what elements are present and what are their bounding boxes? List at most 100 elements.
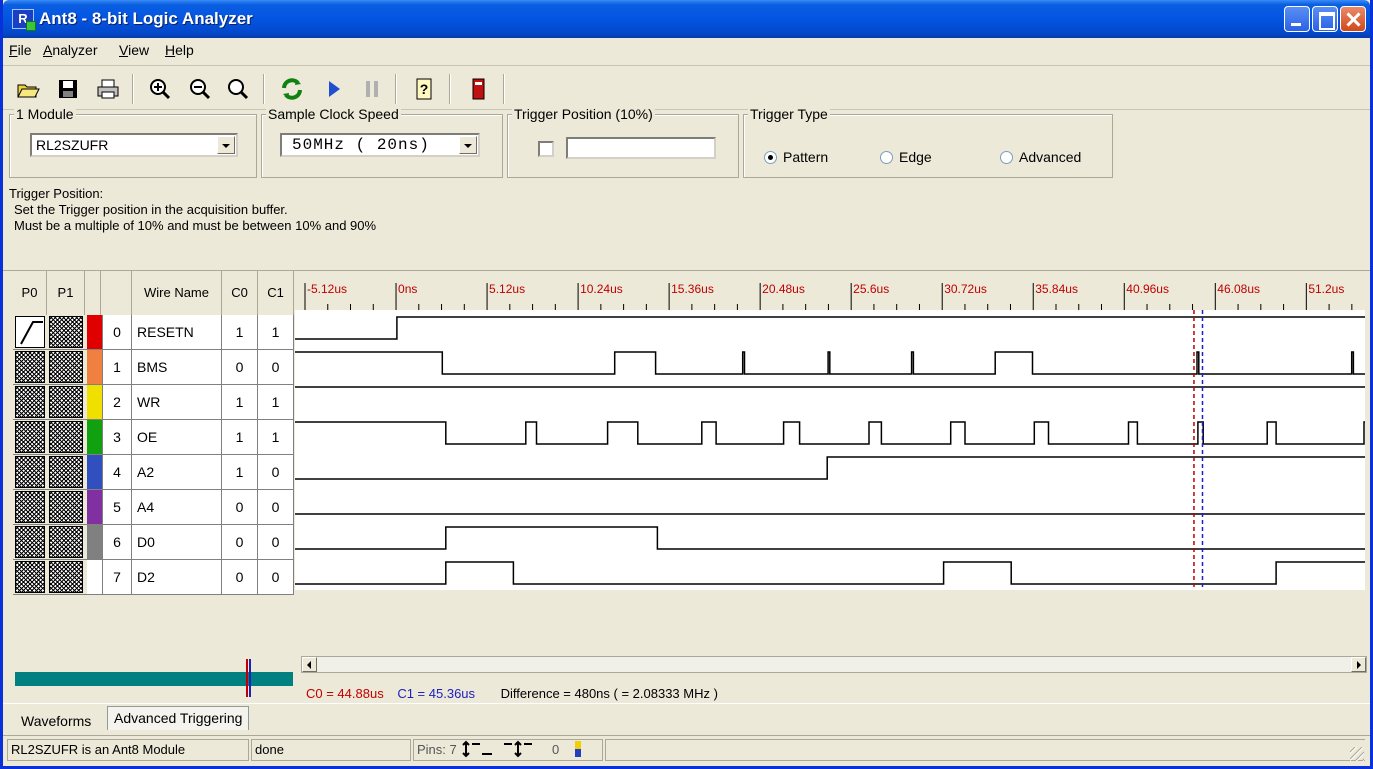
signal-row[interactable]: 5 A4 0 0 (13, 490, 294, 525)
pin-indicator (574, 741, 581, 757)
pattern-cell-p0[interactable] (15, 526, 45, 558)
zoom-in-icon[interactable] (147, 77, 173, 101)
pattern-cell-p1[interactable] (49, 421, 83, 453)
pattern-cell-p1[interactable] (49, 561, 83, 593)
resize-grip-icon[interactable] (1350, 747, 1364, 761)
pattern-cell-p0[interactable] (15, 421, 45, 453)
column-header-p0[interactable]: P0 (13, 271, 47, 315)
tab-waveforms[interactable]: Waveforms (15, 710, 97, 734)
signal-name[interactable]: OE (132, 420, 222, 454)
pattern-cell-p1[interactable] (49, 491, 83, 523)
menu-help[interactable]: Help (165, 42, 194, 58)
trigger-position-checkbox[interactable] (538, 141, 554, 157)
pattern-cell-p1[interactable] (49, 351, 83, 383)
time-tick-label: 40.96us (1126, 282, 1169, 296)
pattern-cell-p0[interactable] (15, 386, 45, 418)
pattern-cell-p0[interactable] (15, 561, 45, 593)
waveform-trace (295, 456, 1365, 480)
signal-row[interactable]: 0 RESETN 1 1 (13, 315, 294, 350)
signal-name[interactable]: BMS (132, 350, 222, 384)
column-header-index (101, 271, 132, 315)
cursor-c1-readout: C1 = 45.36us (397, 686, 476, 701)
signal-row[interactable]: 7 D2 0 0 (13, 560, 294, 595)
buffer-overview[interactable] (15, 659, 293, 697)
scroll-right-icon[interactable] (1351, 657, 1366, 672)
menu-bar: File Analyzer View Help (3, 38, 1370, 66)
radio-pattern[interactable]: Pattern (764, 149, 828, 165)
signal-name[interactable]: WR (132, 385, 222, 419)
zoom-out-icon[interactable] (187, 77, 213, 101)
menu-file[interactable]: File (9, 42, 32, 58)
tab-advanced-triggering[interactable]: Advanced Triggering (107, 706, 250, 730)
module-label: 1 Module (14, 106, 76, 122)
exit-icon[interactable] (465, 77, 491, 101)
save-icon[interactable] (55, 77, 81, 101)
pattern-cell-p1[interactable] (49, 386, 83, 418)
run-icon[interactable] (321, 77, 347, 101)
pattern-cell-p0[interactable] (15, 491, 45, 523)
signal-name[interactable]: D0 (132, 525, 222, 559)
signal-name[interactable]: A4 (132, 490, 222, 524)
close-button[interactable] (1340, 6, 1366, 32)
status-empty (605, 739, 1365, 761)
signal-row[interactable]: 3 OE 1 1 (13, 420, 294, 455)
time-tick-label: 30.72us (944, 282, 987, 296)
signal-color-swatch (87, 560, 103, 594)
pattern-cell-p1[interactable] (49, 316, 83, 348)
pattern-cell-p1[interactable] (49, 456, 83, 488)
minimize-button[interactable] (1284, 6, 1310, 32)
signal-name[interactable]: D2 (132, 560, 222, 594)
signal-value-c0: 1 (222, 385, 258, 419)
signal-row[interactable]: 1 BMS 0 0 (13, 350, 294, 385)
signal-color-swatch (87, 315, 103, 349)
chevron-down-icon[interactable] (459, 136, 477, 154)
trigger-position-input[interactable] (566, 137, 716, 159)
radio-dot-selected (764, 151, 777, 164)
pattern-cell-p0[interactable] (15, 456, 45, 488)
column-header-c0[interactable]: C0 (222, 271, 258, 315)
title-bar[interactable]: R Ant8 - 8-bit Logic Analyzer (3, 0, 1370, 38)
app-icon: R (12, 9, 36, 31)
pattern-cell-p1[interactable] (49, 526, 83, 558)
pattern-cell-p0[interactable] (15, 316, 45, 348)
horizontal-scrollbar[interactable] (301, 656, 1367, 673)
waveform-trace (295, 316, 1365, 340)
refresh-icon[interactable] (279, 77, 305, 101)
menu-analyzer[interactable]: Analyzer (43, 42, 97, 58)
trigger-position-label: Trigger Position (10%) (512, 106, 655, 122)
signal-name[interactable]: A2 (132, 455, 222, 489)
help-icon[interactable]: ? (411, 77, 437, 101)
maximize-button[interactable] (1312, 6, 1338, 32)
signal-value-c1: 0 (258, 490, 294, 524)
signal-row[interactable]: 6 D0 0 0 (13, 525, 294, 560)
zoom-fit-icon[interactable] (225, 77, 251, 101)
scroll-left-icon[interactable] (302, 657, 317, 672)
column-header-wire-name[interactable]: Wire Name (132, 271, 222, 315)
chevron-down-icon[interactable] (217, 136, 235, 154)
signal-value-c0: 0 (222, 350, 258, 384)
clock-select[interactable]: 50MHz ( 20ns) (280, 133, 480, 157)
cursor-readout: C0 = 44.88us C1 = 45.36us Difference = 4… (306, 686, 718, 701)
menu-view[interactable]: View (119, 42, 149, 58)
column-header-c1[interactable]: C1 (258, 271, 294, 315)
waveform-trace (295, 561, 1365, 585)
time-axis[interactable]: -5.12us 0ns 5.12us 10.24us 15.36us 20.48us 25.… (295, 271, 1365, 315)
signal-index: 1 (103, 350, 132, 384)
signal-name[interactable]: RESETN (132, 315, 222, 349)
pause-icon[interactable] (359, 77, 385, 101)
waveform-area[interactable] (295, 310, 1365, 590)
signal-value-c0: 0 (222, 525, 258, 559)
column-header-p1[interactable]: P1 (47, 271, 85, 315)
trigger-type-group: Trigger Type Pattern Edge Advanced (743, 106, 1113, 178)
module-group: 1 Module RL2SZUFR (9, 106, 257, 178)
radio-edge[interactable]: Edge (880, 149, 932, 165)
radio-advanced[interactable]: Advanced (1000, 149, 1081, 165)
pattern-cell-p0[interactable] (15, 351, 45, 383)
module-select[interactable]: RL2SZUFR (30, 133, 238, 157)
time-tick-label: 5.12us (489, 282, 525, 296)
time-tick-label: 10.24us (580, 282, 623, 296)
open-icon[interactable] (15, 77, 41, 101)
print-icon[interactable] (95, 77, 121, 101)
signal-row[interactable]: 2 WR 1 1 (13, 385, 294, 420)
signal-row[interactable]: 4 A2 1 0 (13, 455, 294, 490)
